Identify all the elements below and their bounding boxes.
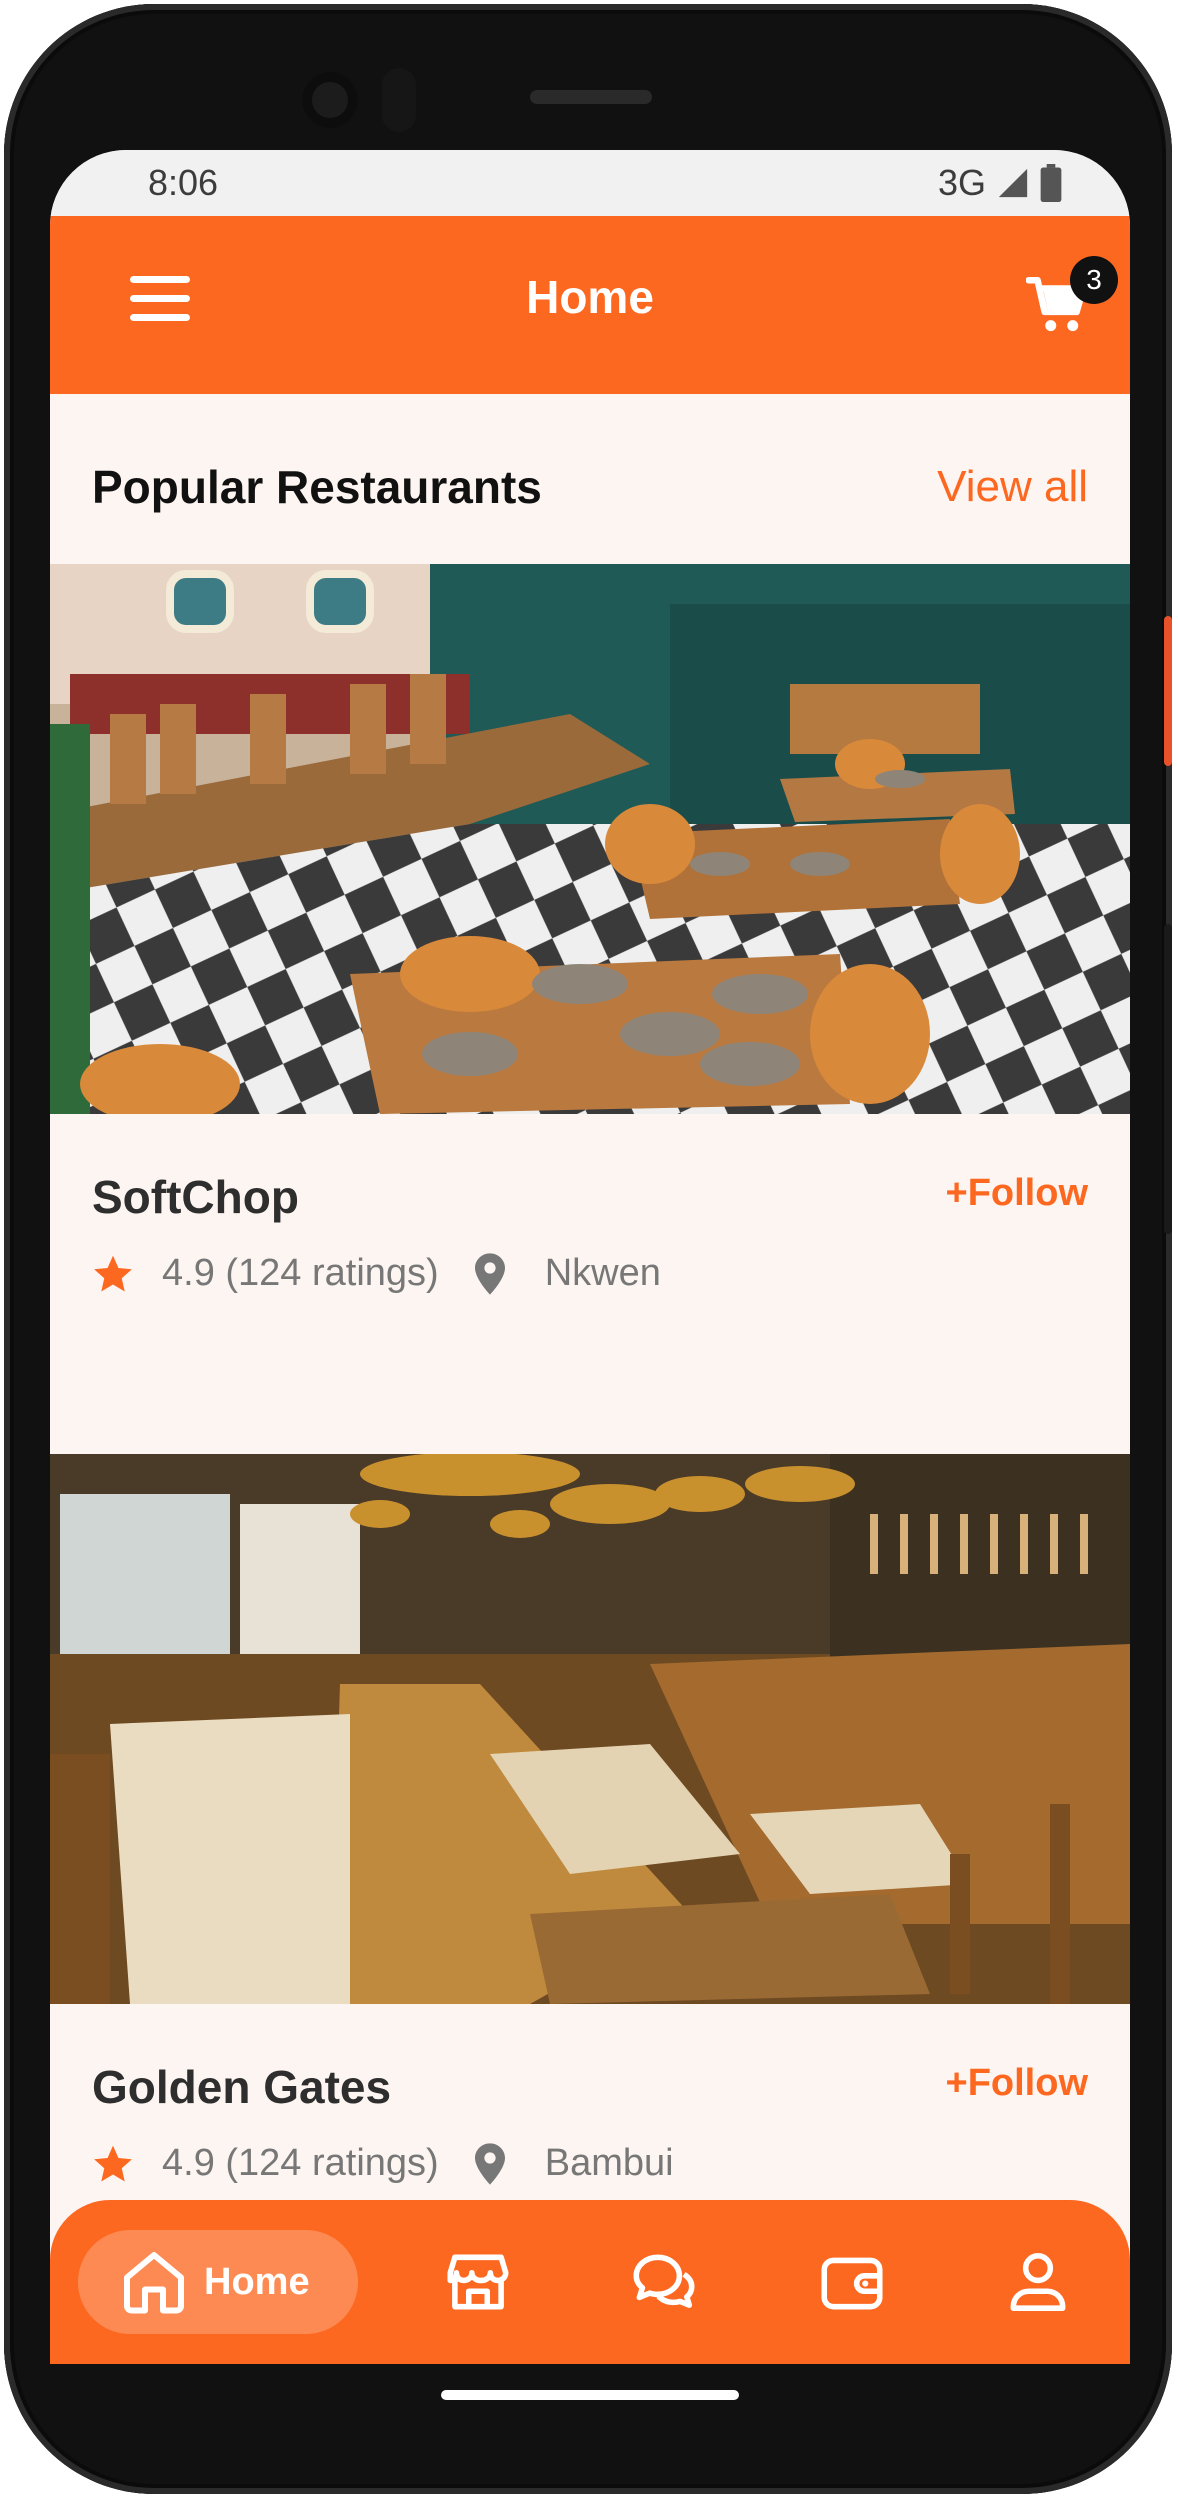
chat-icon (633, 2254, 695, 2308)
restaurant-location: Nkwen (544, 1252, 661, 1294)
restaurant-photo-image (50, 564, 1130, 1114)
home-icon (124, 2252, 184, 2314)
nav-home-label: Home (204, 2260, 310, 2303)
network-type: 3G (937, 162, 986, 203)
status-indicators: 3G (938, 162, 1062, 204)
section-title: Popular Restaurants (92, 461, 542, 513)
nav-profile[interactable] (986, 2230, 1090, 2334)
screen: 8:06 3G Home 3 Popular Restaurants View … (50, 150, 1130, 2364)
page-title: Home (526, 271, 654, 323)
cart-count-badge: 3 (1070, 256, 1118, 304)
restaurant-name: SoftChop (92, 1171, 299, 1223)
restaurant-photo[interactable] (50, 1454, 1130, 2004)
restaurant-card[interactable]: Golden Gates +Follow 4.9 (124 ratings) B… (50, 1454, 1130, 2185)
earpiece-speaker (530, 90, 652, 104)
location-pin-icon (474, 2142, 505, 2185)
wallet-icon (821, 2257, 883, 2310)
restaurant-meta: 4.9 (124 ratings) Nkwen (92, 1252, 661, 1295)
star-icon (94, 1255, 132, 1291)
proximity-sensor (382, 68, 416, 132)
restaurant-photo-image (50, 1454, 1130, 2004)
store-icon (447, 2254, 509, 2310)
signal-icon (998, 168, 1028, 198)
status-time: 8:06 (148, 162, 219, 203)
restaurant-name: Golden Gates (92, 2061, 392, 2113)
restaurant-meta: 4.9 (124 ratings) Bambui (92, 2142, 674, 2185)
follow-button[interactable]: +Follow (946, 2062, 1089, 2105)
bottom-nav: Home (50, 2200, 1130, 2364)
home-indicator[interactable] (441, 2390, 739, 2400)
nav-wallet[interactable] (800, 2230, 904, 2334)
star-icon (94, 2145, 132, 2181)
location-pin-icon (474, 1252, 505, 1295)
volume-button (1164, 924, 1172, 1234)
power-button (1164, 616, 1172, 766)
restaurant-rating: 4.9 (124 ratings) (162, 1252, 439, 1294)
profile-icon (1010, 2253, 1066, 2311)
restaurant-photo[interactable] (50, 564, 1130, 1114)
nav-home[interactable]: Home (78, 2230, 358, 2334)
battery-icon (1040, 164, 1062, 202)
section-header: Popular Restaurants View all (50, 394, 1130, 552)
nav-store[interactable] (426, 2230, 530, 2334)
nav-chat[interactable] (612, 2230, 716, 2334)
front-camera (302, 72, 358, 128)
restaurant-rating: 4.9 (124 ratings) (162, 2142, 439, 2184)
view-all-link[interactable]: View all (937, 462, 1088, 512)
status-bar: 8:06 3G (50, 150, 1130, 216)
phone-frame: 8:06 3G Home 3 Popular Restaurants View … (4, 4, 1172, 2494)
app-bar: Home 3 (50, 216, 1130, 394)
restaurant-location: Bambui (544, 2142, 674, 2184)
restaurant-card[interactable]: SoftChop +Follow 4.9 (124 ratings) Nkwen (50, 564, 1130, 1295)
follow-button[interactable]: +Follow (946, 1172, 1089, 1215)
